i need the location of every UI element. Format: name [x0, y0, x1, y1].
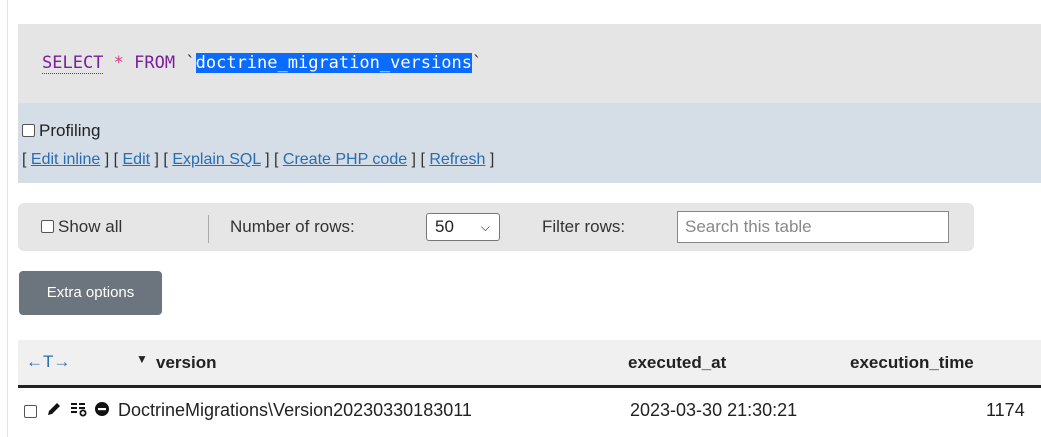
show-all-checkbox[interactable]	[41, 220, 54, 233]
sql-keyword-from: FROM	[134, 53, 176, 73]
profiling-option[interactable]: Profiling	[22, 121, 100, 141]
query-action-links: [ Edit inline ] [ Edit ] [ Explain SQL ]…	[22, 151, 495, 168]
extra-options-button[interactable]: Extra options	[19, 271, 162, 315]
pencil-icon[interactable]	[46, 401, 62, 422]
explain-sql-link[interactable]: Explain SQL	[172, 151, 260, 168]
show-all-label: Show all	[58, 217, 123, 236]
column-arrows-icon[interactable]: ←T→	[26, 352, 70, 372]
chevron-down-icon: ⌵	[480, 220, 490, 234]
row-checkbox[interactable]	[24, 405, 37, 418]
create-php-code-link[interactable]: Create PHP code	[283, 151, 407, 168]
rows-per-page-value: 50	[435, 217, 454, 236]
profiling-label: Profiling	[39, 121, 101, 140]
navigation-toolbar: Show all Number of rows: 50 ⌵ Filter row…	[18, 203, 974, 251]
sql-backtick-open: `	[185, 53, 196, 73]
refresh-link[interactable]: Refresh	[429, 151, 485, 168]
show-all-option[interactable]: Show all	[41, 217, 122, 237]
rows-label: Number of rows:	[230, 217, 355, 236]
cell-executed-at[interactable]: 2023-03-30 21:30:21	[630, 400, 797, 421]
left-border	[7, 0, 8, 437]
copy-icon[interactable]	[70, 401, 88, 422]
column-header-executed-at[interactable]: executed_at	[628, 353, 726, 373]
edit-inline-link[interactable]: Edit inline	[31, 151, 100, 168]
cell-version[interactable]: DoctrineMigrations\Version20230330183011	[118, 400, 472, 421]
column-header-execution-time[interactable]: execution_time	[850, 353, 974, 373]
table-row: DoctrineMigrations\Version20230330183011…	[18, 388, 1041, 437]
sql-keyword-select[interactable]: SELECT	[42, 53, 104, 74]
query-options-box: Profiling [ Edit inline ] [ Edit ] [ Exp…	[18, 103, 1041, 183]
table-header: ←T→ ▼ version executed_at execution_time	[18, 340, 1041, 388]
profiling-checkbox[interactable]	[22, 124, 35, 137]
sql-query-box: SELECT * FROM `doctrine_migration_versio…	[18, 24, 1041, 103]
filter-rows-input[interactable]: Search this table	[677, 211, 949, 243]
toolbar-divider	[208, 215, 209, 243]
sql-star: *	[113, 53, 124, 73]
cell-execution-time[interactable]: 1174	[986, 400, 1025, 421]
sql-table-name[interactable]: doctrine_migration_versions	[195, 53, 472, 73]
edit-link[interactable]: Edit	[123, 151, 151, 168]
column-header-version[interactable]: version	[156, 353, 216, 373]
sql-query[interactable]: SELECT * FROM `doctrine_migration_versio…	[42, 53, 483, 74]
sort-descending-icon[interactable]: ▼	[136, 352, 148, 366]
filter-rows-label: Filter rows:	[542, 217, 626, 236]
delete-icon[interactable]	[94, 401, 110, 422]
rows-per-page-select[interactable]: 50 ⌵	[426, 213, 500, 241]
sql-backtick-close: `	[471, 53, 483, 73]
